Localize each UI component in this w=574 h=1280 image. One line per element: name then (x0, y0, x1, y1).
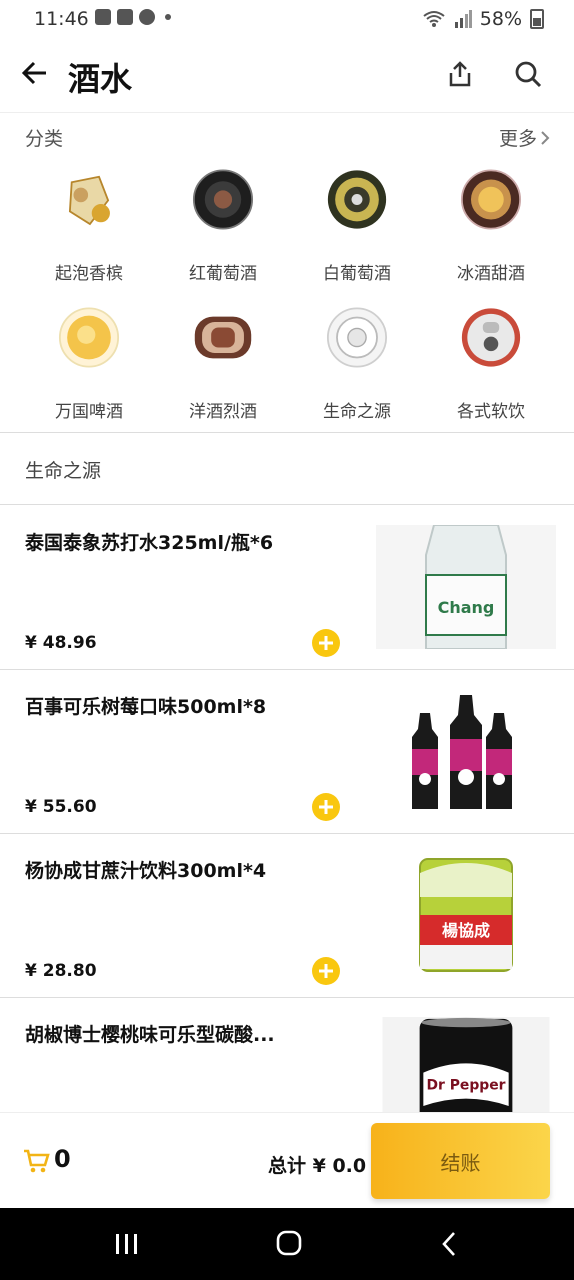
category-label-white-wine: 白葡萄酒 (323, 264, 391, 284)
battery-icon (530, 9, 544, 29)
soda-can-icon (461, 308, 521, 367)
category-white-wine[interactable]: 白葡萄酒 (290, 160, 424, 284)
category-soft-drinks[interactable]: 各式软饮 (424, 298, 558, 422)
category-red-wine[interactable]: 红葡萄酒 (156, 160, 290, 284)
cart-bar: 0 总计 ¥ 0.0 结账 (0, 1112, 574, 1209)
status-right: 58% (422, 8, 544, 30)
page-title: 酒水 (68, 60, 133, 98)
category-label-soft-drinks: 各式软饮 (457, 402, 525, 422)
more-label: 更多 (498, 128, 537, 150)
add-to-cart-button[interactable] (312, 629, 340, 657)
product-item[interactable]: 百事可乐树莓口味500ml*8 ¥ 55.60 (0, 669, 574, 834)
wifi-icon (423, 11, 445, 27)
product-name: 百事可乐树莓口味500ml*8 (25, 696, 267, 718)
product-brand-text: Dr Pepper (426, 1077, 505, 1093)
system-nav-bar (0, 1208, 574, 1280)
home-icon[interactable] (276, 1230, 302, 1256)
category-label-beer: 万国啤酒 (55, 402, 123, 422)
water-bottle-icon (326, 307, 388, 368)
cart-total: 总计 ¥ 0.0 (268, 1155, 367, 1177)
notification-icons (95, 9, 171, 25)
recent-apps-icon[interactable] (114, 1232, 140, 1256)
sync-icon (139, 9, 155, 25)
more-notifications-icon (165, 14, 171, 20)
champagne-cork-icon (68, 175, 110, 226)
beer-glass-icon (58, 307, 120, 368)
category-grid: 起泡香槟 红葡萄酒 白葡萄酒 冰酒甜酒 万国啤酒 洋酒烈酒 生命之源 各式软饮 (22, 160, 558, 422)
back-arrow-icon[interactable] (20, 58, 50, 88)
category-ice-wine[interactable]: 冰酒甜酒 (424, 160, 558, 284)
cart-count: 0 (54, 1145, 71, 1173)
cart-icon[interactable] (22, 1147, 50, 1175)
battery-percent: 58% (479, 8, 522, 30)
category-label-water: 生命之源 (323, 402, 391, 422)
ice-wine-bottle-icon (460, 169, 522, 230)
product-price: ¥ 55.60 (25, 797, 97, 817)
category-header: 分类 更多 (0, 112, 574, 158)
product-image: 楊協成 (376, 853, 556, 977)
share-icon[interactable] (446, 60, 474, 88)
category-label-sparkling: 起泡香槟 (55, 264, 123, 284)
section-title: 生命之源 (25, 460, 102, 482)
product-price: ¥ 28.80 (25, 961, 97, 981)
red-wine-bottle-icon (192, 169, 254, 230)
category-beer[interactable]: 万国啤酒 (22, 298, 156, 422)
product-name: 杨协成甘蔗汁饮料300ml*4 (25, 860, 267, 882)
product-image (376, 689, 556, 813)
gallery-icon (95, 9, 111, 25)
product-brand-text: Chang (438, 598, 495, 617)
category-label-spirits: 洋酒烈酒 (189, 402, 257, 422)
spirits-bottle-icon (194, 316, 252, 359)
add-to-cart-button[interactable] (312, 957, 340, 985)
category-label-ice-wine: 冰酒甜酒 (457, 264, 525, 284)
status-bar: 11:46 58% (0, 0, 574, 40)
product-image: Chang (376, 525, 556, 649)
category-label: 分类 (25, 128, 64, 150)
category-water[interactable]: 生命之源 (290, 298, 424, 422)
status-time: 11:46 (34, 8, 89, 30)
signal-icon (454, 10, 472, 28)
product-price: ¥ 48.96 (25, 633, 97, 653)
product-name: 胡椒博士樱桃味可乐型碳酸... (25, 1024, 275, 1046)
nav-back-icon[interactable] (440, 1230, 458, 1258)
category-divider (0, 432, 574, 433)
category-spirits[interactable]: 洋酒烈酒 (156, 298, 290, 422)
shield-icon (117, 9, 133, 25)
category-sparkling[interactable]: 起泡香槟 (22, 160, 156, 284)
app-header: 酒水 (0, 40, 574, 113)
chevron-right-icon (541, 130, 550, 145)
product-brand-text: 楊協成 (442, 921, 490, 940)
checkout-button[interactable]: 结账 (371, 1123, 550, 1199)
search-icon[interactable] (514, 60, 542, 88)
product-item[interactable]: 杨协成甘蔗汁饮料300ml*4 ¥ 28.80 楊協成 (0, 833, 574, 998)
product-name: 泰国泰象苏打水325ml/瓶*6 (25, 532, 274, 554)
product-item[interactable]: 泰国泰象苏打水325ml/瓶*6 ¥ 48.96 Chang (0, 505, 574, 670)
category-label-red-wine: 红葡萄酒 (189, 264, 257, 284)
white-wine-bottle-icon (327, 170, 387, 229)
more-categories-link[interactable]: 更多 (499, 124, 550, 151)
add-to-cart-button[interactable] (312, 793, 340, 821)
